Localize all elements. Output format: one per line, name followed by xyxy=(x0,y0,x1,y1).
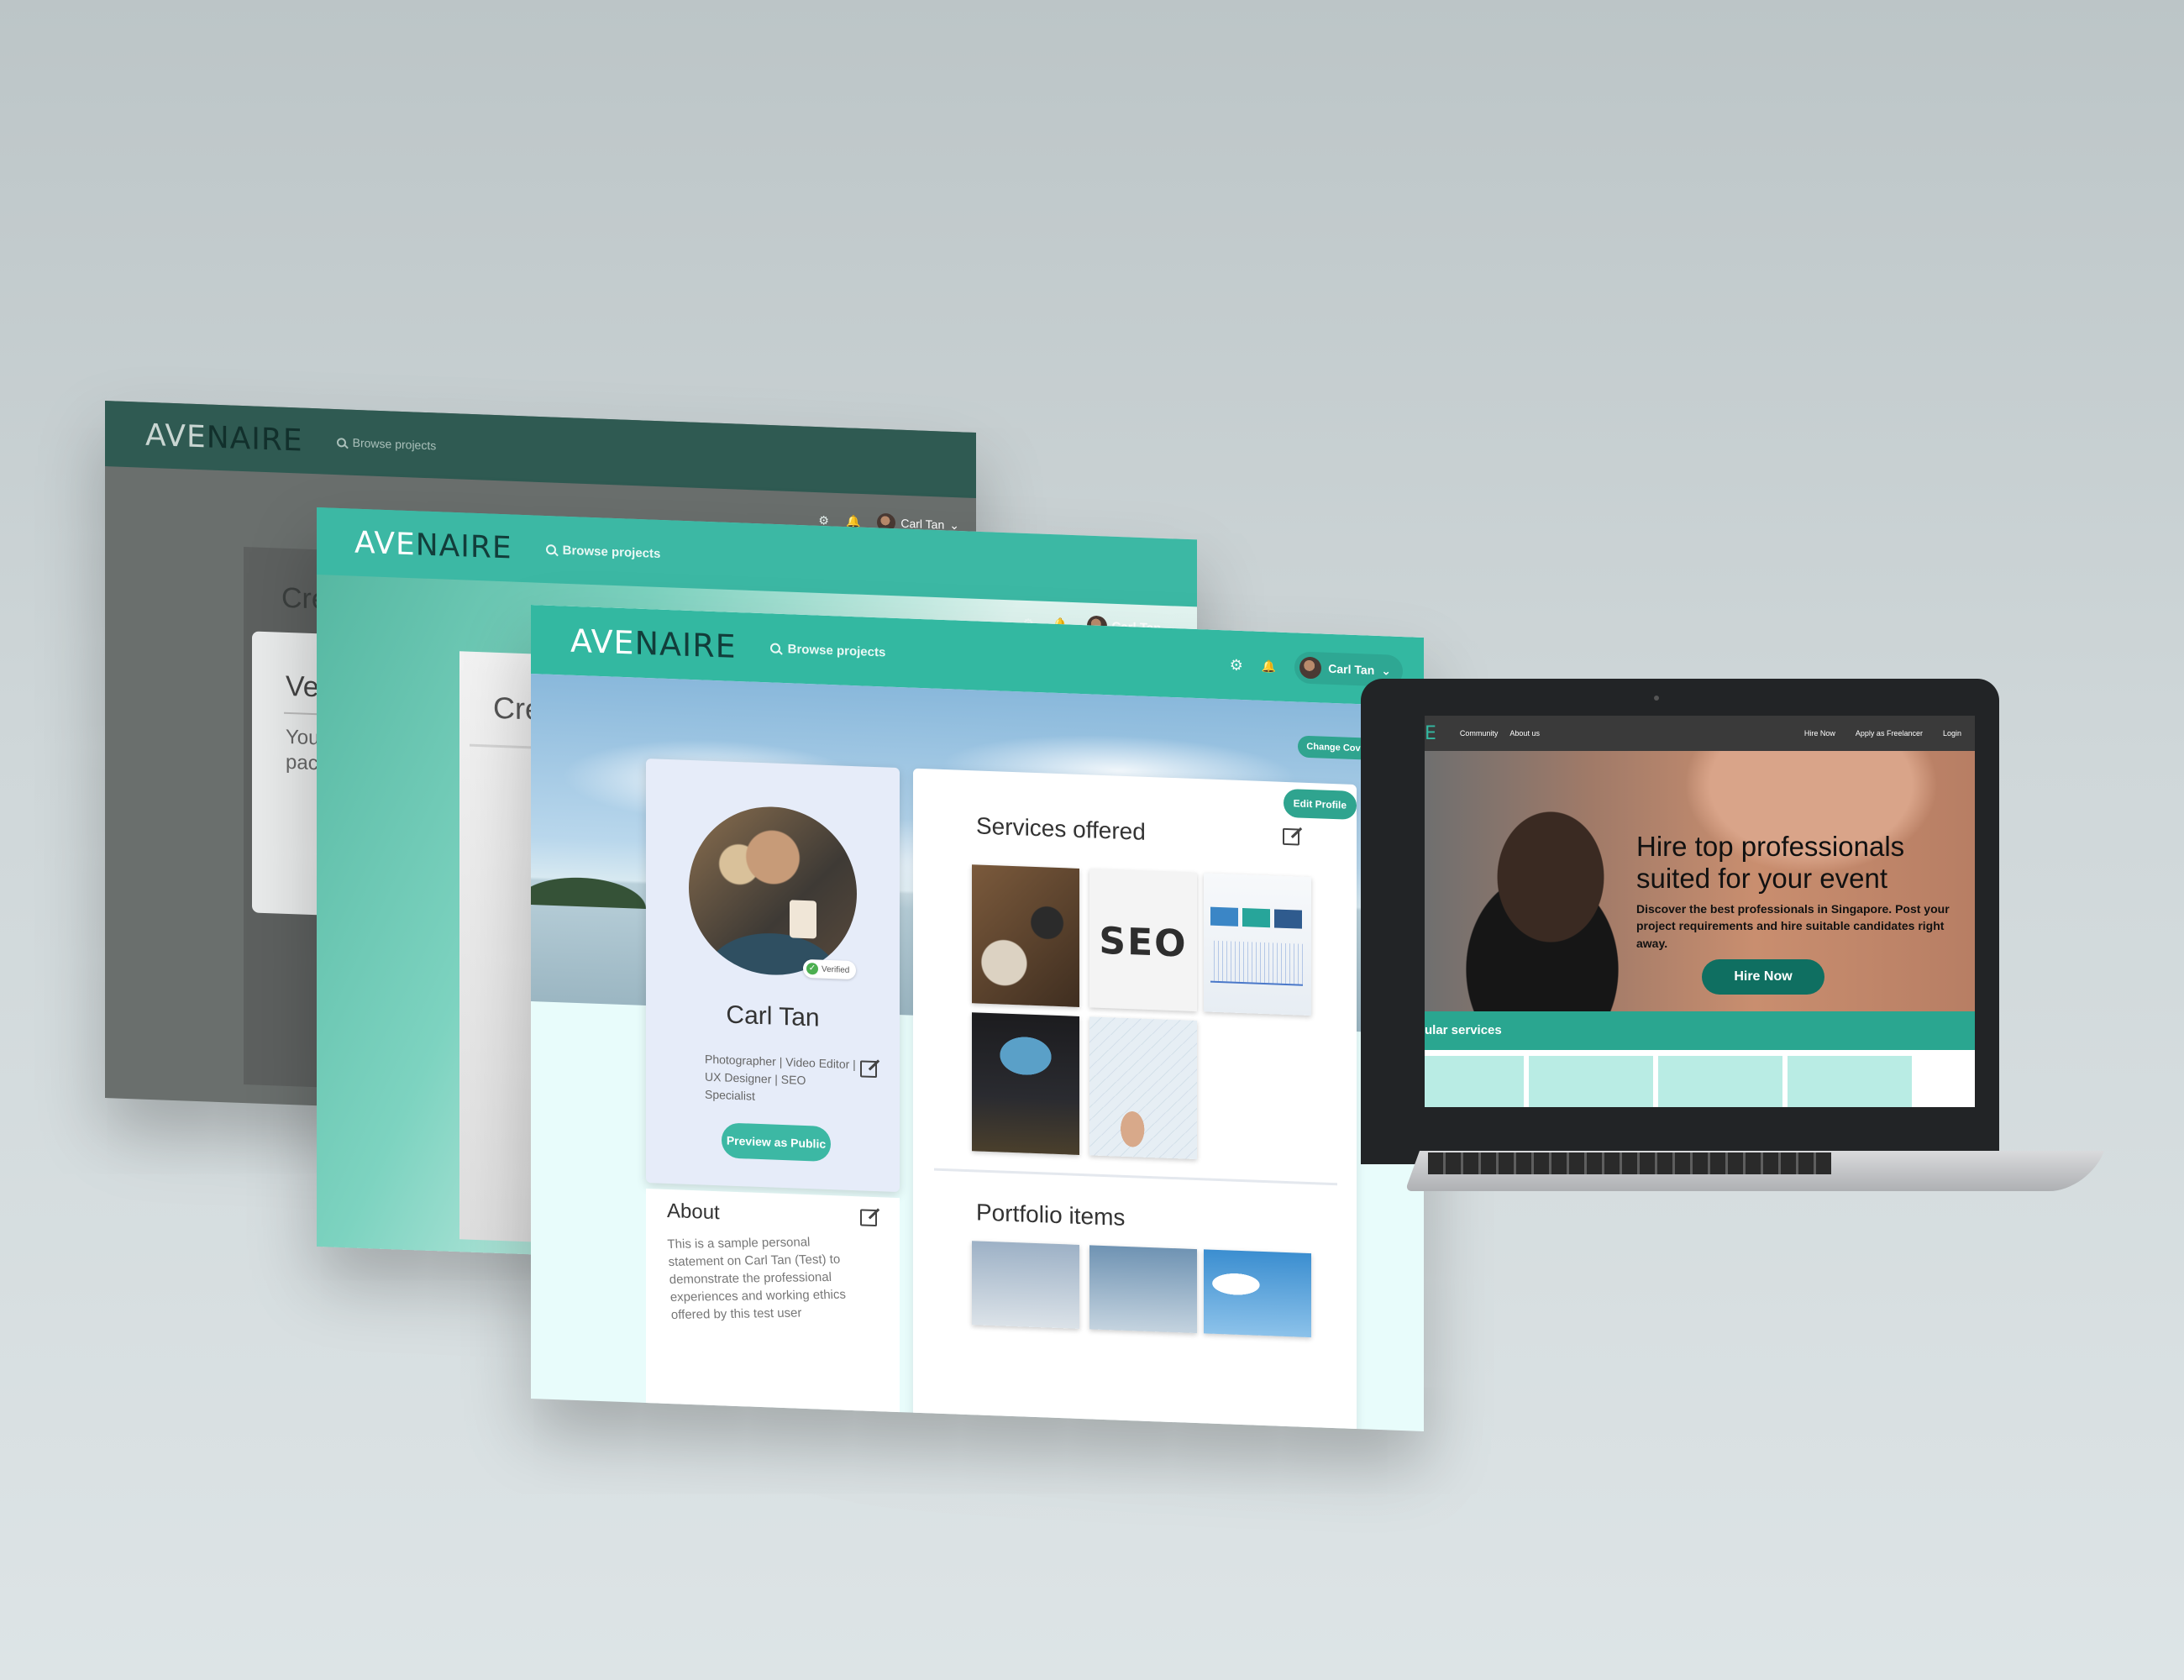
about-card: About This is a sample personal statemen… xyxy=(646,1189,900,1431)
service-tile[interactable] xyxy=(1788,1056,1912,1107)
hire-now-button[interactable]: Hire Now xyxy=(1702,959,1824,995)
back-inner-text: You pac xyxy=(286,725,320,775)
portfolio-title: Portfolio items xyxy=(976,1199,1126,1231)
profile-card: ✓ Verified Carl Tan Photographer | Video… xyxy=(646,759,900,1193)
nav-about-us[interactable]: About us xyxy=(1509,729,1540,738)
hero-subtitle: Discover the best professionals in Singa… xyxy=(1636,902,1950,950)
avatar xyxy=(1299,656,1322,680)
chevron-down-icon: ⌄ xyxy=(1381,663,1391,678)
analytics-tile xyxy=(1210,906,1238,927)
laptop-logo[interactable]: E xyxy=(1425,723,1436,744)
mid-search[interactable]: Browse projects xyxy=(545,542,660,561)
back-topbar: AVENAIRE Browse projects xyxy=(105,401,976,499)
seo-letters: SEO xyxy=(1099,919,1188,966)
back-search[interactable]: Browse projects xyxy=(336,435,436,452)
laptop-nav-right: Hire Now Apply as Freelancer Login xyxy=(1804,729,1961,738)
search-icon xyxy=(769,643,780,654)
profile-name: Carl Tan xyxy=(726,1000,820,1032)
nav-hire-now[interactable]: Hire Now xyxy=(1804,729,1835,738)
services-card: Edit Profile Services offered SEO Portfo… xyxy=(913,768,1357,1431)
edit-icon[interactable] xyxy=(1283,827,1299,846)
camera-dot xyxy=(1654,696,1659,701)
service-tile[interactable] xyxy=(1658,1056,1782,1107)
check-icon: ✓ xyxy=(806,963,818,975)
mid-logo[interactable]: AVENAIRE xyxy=(354,525,512,565)
nav-community[interactable]: Community xyxy=(1460,729,1499,738)
divider xyxy=(934,1168,1337,1186)
edit-icon[interactable] xyxy=(860,1209,877,1227)
portfolio-thumbnail[interactable] xyxy=(972,1241,1079,1329)
service-thumbnail-video[interactable] xyxy=(972,1012,1079,1155)
nav-login[interactable]: Login xyxy=(1943,729,1961,738)
service-thumbnail-ux[interactable] xyxy=(1089,1016,1197,1160)
service-thumbnail-analytics[interactable] xyxy=(1204,873,1311,1016)
service-tile[interactable] xyxy=(1425,1056,1524,1107)
nav-apply-freelancer[interactable]: Apply as Freelancer xyxy=(1856,729,1923,738)
service-tile[interactable] xyxy=(1529,1056,1653,1107)
front-logo[interactable]: AVENAIRE xyxy=(570,622,737,665)
coffee-cup xyxy=(790,900,816,939)
back-logo[interactable]: AVENAIRE xyxy=(145,417,303,458)
preview-as-public-button[interactable]: Preview as Public xyxy=(722,1122,831,1163)
gear-icon[interactable]: ⚙ xyxy=(1230,656,1243,675)
search-icon xyxy=(336,437,346,448)
profile-photo xyxy=(689,803,857,979)
back-inner-title: Ve xyxy=(286,669,319,704)
about-text: This is a sample personal statement on C… xyxy=(667,1235,847,1322)
front-screen: AVENAIRE Browse projects ⚙ 🔔 Carl Tan ⌄ … xyxy=(531,605,1424,1431)
laptop-hero: Hire top professionals suited for your e… xyxy=(1425,751,1975,1011)
laptop-navbar: E Community About us Hire Now Apply as F… xyxy=(1425,716,1975,751)
about-title: About xyxy=(667,1199,720,1225)
verified-badge: ✓ Verified xyxy=(803,958,857,980)
analytics-tile xyxy=(1274,909,1302,929)
edit-profile-button[interactable]: Edit Profile xyxy=(1283,788,1357,821)
service-tiles xyxy=(1425,1056,1975,1107)
front-search[interactable]: Browse projects xyxy=(769,641,885,659)
laptop-screen: E Community About us Hire Now Apply as F… xyxy=(1425,716,1975,1107)
analytics-chart xyxy=(1210,940,1303,986)
cover-island xyxy=(531,871,657,910)
bell-icon[interactable]: 🔔 xyxy=(1262,659,1276,674)
profile-role: Photographer | Video Editor | UX Designe… xyxy=(705,1052,856,1103)
service-thumbnail-seo[interactable]: SEO xyxy=(1089,869,1197,1012)
service-thumbnail-photography[interactable] xyxy=(972,864,1079,1007)
search-icon xyxy=(545,543,556,555)
hero-title: Hire top professionals suited for your e… xyxy=(1636,831,1905,894)
edit-icon[interactable] xyxy=(860,1060,877,1079)
analytics-tile xyxy=(1242,908,1270,928)
popular-services-band: ular services xyxy=(1425,1011,1975,1050)
services-title: Services offered xyxy=(976,812,1146,845)
portfolio-thumbnail[interactable] xyxy=(1089,1245,1197,1334)
laptop-keyboard xyxy=(1428,1152,1831,1174)
portfolio-thumbnail[interactable] xyxy=(1204,1249,1311,1338)
